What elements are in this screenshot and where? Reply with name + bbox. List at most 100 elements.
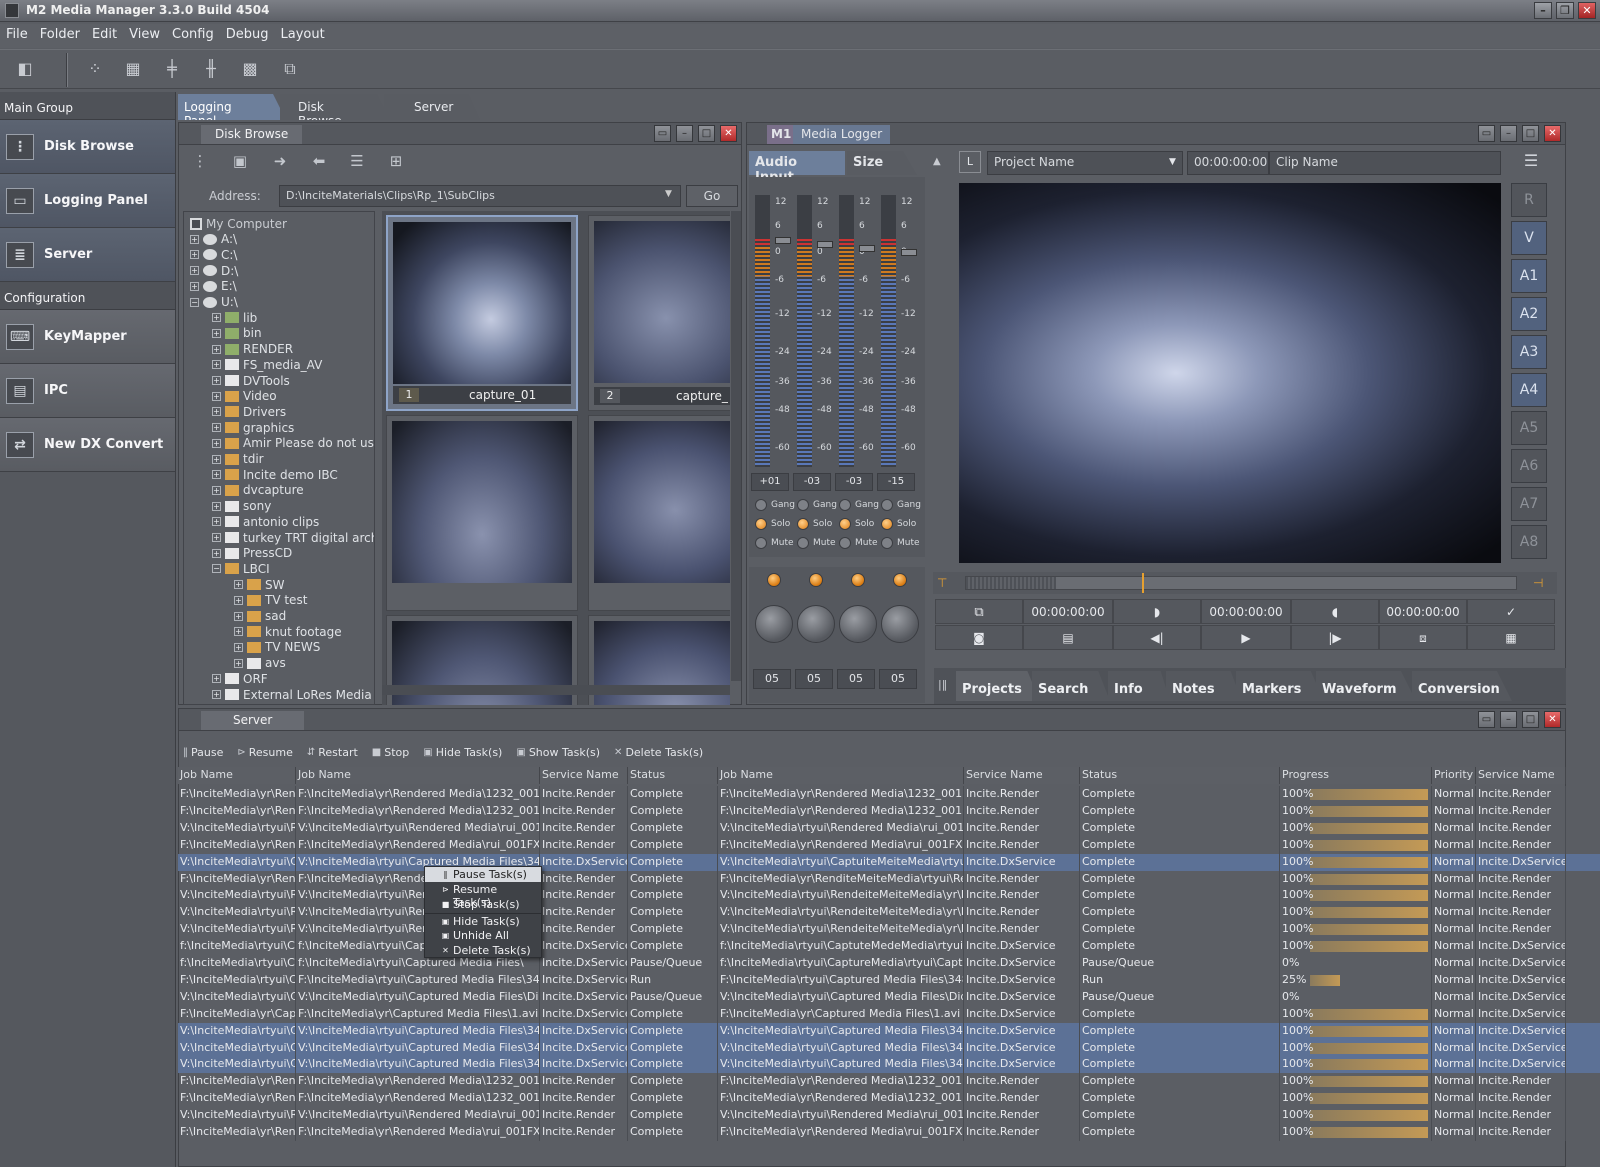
timecode-current[interactable]: 00:00:00:00	[1201, 599, 1291, 624]
expand-toggle-icon[interactable]: +	[212, 328, 221, 338]
action-delete-task-s[interactable]: ✕ Delete Task(s)	[614, 746, 703, 759]
column-header[interactable]: Progress	[1280, 767, 1432, 784]
expand-toggle-icon[interactable]: +	[234, 580, 243, 590]
expand-toggle-icon[interactable]: +	[212, 423, 221, 433]
tree-node[interactable]: My Computer	[190, 216, 287, 231]
fader-handle-icon[interactable]	[901, 249, 917, 256]
camera-icon[interactable]: ◙	[935, 625, 1023, 650]
tree-node[interactable]: + Video	[212, 389, 277, 404]
expand-toggle-icon[interactable]: +	[190, 266, 199, 276]
tab-projects[interactable]: Projects	[956, 671, 1040, 701]
tree-node[interactable]: + bin	[212, 326, 262, 341]
panel-minimize-button[interactable]: –	[1500, 711, 1517, 728]
tree-node[interactable]: + Drivers	[212, 404, 286, 419]
confirm-icon[interactable]: ✓	[1467, 599, 1555, 624]
expand-toggle-icon[interactable]: +	[212, 548, 221, 558]
sidebar-item-ipc[interactable]: ▤ IPC	[0, 364, 175, 418]
window-stack-icon[interactable]: ⧉	[279, 59, 301, 79]
tree-node[interactable]: + sad	[234, 609, 286, 624]
expand-toggle-icon[interactable]: +	[212, 407, 221, 417]
timeline-slider[interactable]	[965, 573, 1517, 593]
panel-minimize-button[interactable]: –	[1500, 125, 1517, 142]
mark-in-button[interactable]: ◗	[1113, 599, 1201, 624]
filmstrip-icon[interactable]: ▤	[1023, 625, 1113, 650]
mark-in-icon[interactable]: ⊤	[937, 576, 947, 590]
column-header[interactable]: Service Name	[1476, 767, 1566, 784]
tab-info[interactable]: Info	[1108, 671, 1170, 701]
tree-node[interactable]: + External LoRes Media	[212, 687, 372, 702]
database-icon[interactable]: ☰	[1515, 151, 1547, 177]
column-header[interactable]: Status	[1080, 767, 1280, 784]
track-toggle-a8[interactable]: A8	[1511, 525, 1547, 559]
tree-node[interactable]: + sony	[212, 499, 271, 514]
tree-node[interactable]: + A:\	[190, 232, 237, 247]
thumbnail-item[interactable]	[386, 415, 578, 611]
expand-toggle-icon[interactable]: +	[212, 391, 221, 401]
context-menu-item[interactable]: ■ Stop Task(s)	[425, 897, 541, 912]
expand-toggle-icon[interactable]: +	[212, 470, 221, 480]
track-toggle-a6[interactable]: A6	[1511, 449, 1547, 483]
expand-toggle-icon[interactable]: +	[212, 690, 221, 699]
tree-node[interactable]: + DVTools	[212, 373, 290, 388]
track-toggle-a1[interactable]: A1	[1511, 259, 1547, 293]
table-row[interactable]: F:\InciteMedia\yr\RendeF:\InciteMedia\yr…	[178, 1090, 1600, 1108]
grid-dots-icon[interactable]: ⁘	[84, 59, 106, 79]
sidebar-item-disk-browse[interactable]: ⋮ Disk Browse	[0, 120, 175, 174]
back-arrow-icon[interactable]: ⬅	[308, 150, 330, 172]
table-row[interactable]: V:\InciteMedia\rtyui\RenV:\InciteMedia\r…	[178, 1107, 1600, 1125]
solo-toggle[interactable]	[839, 518, 851, 530]
action-pause[interactable]: ‖ Pause	[183, 746, 223, 759]
action-restart[interactable]: ⇵ Restart	[307, 746, 358, 759]
action-hide-task-s[interactable]: ▣ Hide Task(s)	[423, 746, 502, 759]
context-menu-item[interactable]: ⊳ Resume Task(s)	[425, 882, 541, 909]
context-menu-item[interactable]: ‖ Pause Task(s)	[425, 867, 541, 882]
tree-node[interactable]: + lib	[212, 310, 257, 325]
go-button[interactable]: Go	[686, 185, 738, 207]
tree-node[interactable]: + ORF	[212, 671, 268, 686]
dock-button[interactable]: ▭	[654, 125, 671, 142]
gang-toggle[interactable]	[839, 499, 851, 511]
panel-close-button[interactable]: ✕	[720, 125, 737, 142]
tree-node[interactable]: + E:\	[190, 279, 237, 294]
tab-notes[interactable]: Notes	[1166, 671, 1242, 701]
tree-node[interactable]: + avs	[234, 656, 286, 671]
table-row[interactable]: V:\InciteMedia\rtyui\CapV:\InciteMedia\r…	[178, 1039, 1600, 1057]
layout-cross-icon[interactable]: ╪	[161, 59, 183, 79]
panel-minimize-button[interactable]: –	[676, 125, 693, 142]
expand-toggle-icon[interactable]: +	[212, 533, 221, 542]
tree-node[interactable]: + RENDER	[212, 342, 293, 357]
table-row[interactable]: f:\InciteMedia\rtyui\Captf:\InciteMedia\…	[178, 938, 1600, 956]
table-row[interactable]: V:\InciteMedia\rtyui\RenV:\InciteMedia\r…	[178, 819, 1600, 837]
pan-knob[interactable]	[755, 605, 793, 643]
expand-toggle-icon[interactable]: −	[190, 297, 199, 307]
tree-node[interactable]: + D:\	[190, 263, 238, 278]
dock-button[interactable]: ▭	[1478, 125, 1495, 142]
table-row[interactable]: F:\InciteMedia\yr\RendeF:\InciteMedia\yr…	[178, 870, 1600, 888]
expand-toggle-icon[interactable]: +	[212, 360, 221, 370]
sidebar-item-keymapper[interactable]: ⌨ KeyMapper	[0, 310, 175, 364]
mute-toggle[interactable]	[839, 537, 851, 549]
gain-knob[interactable]	[851, 573, 865, 587]
expand-toggle-icon[interactable]: +	[234, 611, 243, 621]
address-dropdown-icon[interactable]: ▼	[665, 189, 672, 199]
tree-node[interactable]: + SW	[234, 577, 284, 592]
tree-node[interactable]: + TV NEWS	[234, 640, 320, 655]
address-input[interactable]: D:\InciteMaterials\Clips\Rp_1\SubClips	[279, 185, 681, 207]
expand-toggle-icon[interactable]: +	[212, 438, 221, 448]
tabs-scroll-icon[interactable]: |‖	[938, 678, 947, 691]
thumbnail-view-icon[interactable]: ⊞	[385, 150, 407, 172]
list-view-icon[interactable]: ☰	[346, 150, 368, 172]
track-toggle-a7[interactable]: A7	[1511, 487, 1547, 521]
expand-toggle-icon[interactable]: +	[212, 313, 221, 323]
dock-button[interactable]: ▭	[1478, 711, 1495, 728]
solo-toggle[interactable]	[755, 518, 767, 530]
tree-view-icon[interactable]: ⋮	[189, 150, 211, 172]
tab-disk-browse[interactable]: Disk Browse	[280, 94, 390, 120]
column-header[interactable]: Service Name	[540, 767, 628, 784]
expand-toggle-icon[interactable]: +	[234, 642, 243, 652]
gain-knob[interactable]	[809, 573, 823, 587]
tree-node[interactable]: + tdir	[212, 452, 264, 467]
expand-toggle-icon[interactable]: +	[234, 627, 243, 637]
folder-tree[interactable]: My Computer + A:\ + C:\ + D:\ + E:\ − U:\ + lib + bin +…	[183, 211, 375, 705]
solo-toggle[interactable]	[881, 518, 893, 530]
